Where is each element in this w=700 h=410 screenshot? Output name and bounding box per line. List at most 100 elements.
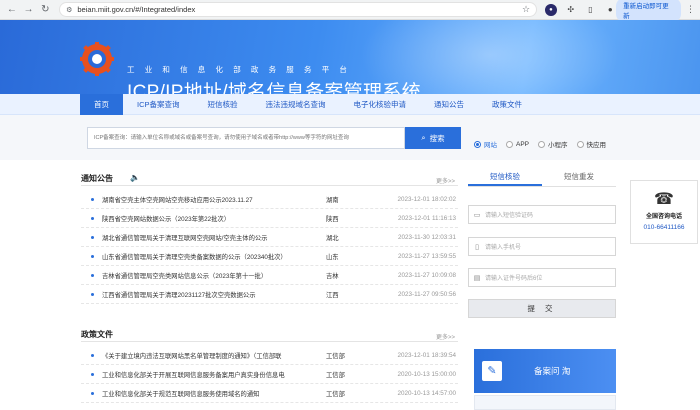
radio-miniprogram[interactable]: 小程序 — [538, 139, 568, 149]
item-date: 2023-11-27 13:59:55 — [397, 252, 456, 260]
bullet-icon — [91, 372, 94, 376]
item-source: 工信部 — [326, 390, 345, 398]
profile-icon[interactable]: ● — [604, 4, 616, 16]
next-card[interactable] — [474, 395, 616, 410]
notices-title: 通知公告 — [81, 174, 113, 183]
search-icon: ⌕ — [421, 133, 426, 142]
nav-home[interactable]: 首页 — [80, 94, 123, 115]
tab-sms-verify[interactable]: 短信核验 — [468, 167, 542, 186]
item-source: 工信部 — [326, 352, 345, 360]
search-button[interactable]: ⌕ 搜索 — [405, 127, 461, 149]
radio-app[interactable]: APP — [506, 139, 529, 149]
sms-code-field[interactable]: ▭ 请输入短信验证码 — [468, 205, 616, 224]
site-info-icon[interactable]: ⚙ — [66, 6, 72, 14]
item-date: 2023-11-30 12:03:31 — [397, 233, 456, 241]
message-icon: ▭ — [473, 211, 481, 219]
policies-more-link[interactable]: 更多>> — [436, 332, 455, 341]
beian-label: 备案问 淘 — [534, 366, 571, 376]
extension-icon[interactable]: ● — [545, 3, 557, 16]
item-title[interactable]: 山东省通信管理局关于清理空壳类备案数据的公示（202340批次） — [102, 252, 326, 261]
search-type-radios: 网站 APP 小程序 快应用 — [474, 139, 615, 149]
item-title[interactable]: 湖北省通信管理局关于清理互联网空壳网站/空壳主体的公示 — [102, 233, 326, 242]
list-item[interactable]: 山东省通信管理局关于清理空壳类备案数据的公示（202340批次） 山东 2023-1… — [81, 247, 458, 266]
nav-icp-query[interactable]: ICP备案查询 — [123, 94, 194, 115]
relaunch-button[interactable]: 重新启动即可更新 — [616, 0, 682, 22]
item-title[interactable]: 陕西省空壳网站数据公示（2023年第22批次） — [102, 214, 326, 223]
back-icon[interactable]: ← — [5, 3, 19, 17]
search-area: ⌕ 搜索 网站 APP 小程序 快应用 — [0, 115, 700, 160]
nav-e-verify[interactable]: 电子化核验申请 — [340, 94, 421, 115]
policies-title: 政策文件 — [81, 330, 113, 339]
item-title[interactable]: 工业和信息化部关于开展互联网信息服务备案用户真实身份信息电 — [102, 370, 326, 379]
hotline-label: 全国咨询电话 — [645, 214, 682, 220]
bullet-icon — [91, 254, 94, 258]
item-title[interactable]: 吉林省通信管理局空壳类网站信息公示（2023年第十一批） — [102, 271, 326, 280]
org-name: 工业和信息化部政务服务平台 — [127, 65, 358, 74]
nav-sms-verify[interactable]: 短信核验 — [194, 94, 252, 115]
forward-icon[interactable]: → — [22, 3, 36, 17]
list-item[interactable]: 吉林省通信管理局空壳类网站信息公示（2023年第十一批） 吉林 2023-11-27… — [81, 266, 458, 285]
menu-icon[interactable]: ⋮ — [686, 4, 695, 15]
tab-sms-resend[interactable]: 短信重发 — [542, 167, 616, 186]
id-card-icon: ▤ — [473, 274, 481, 282]
bullet-icon — [91, 273, 94, 277]
sidepanel-icon[interactable]: ▯ — [585, 4, 597, 16]
bullet-icon — [91, 216, 94, 220]
beian-icon: ✎ — [482, 361, 502, 381]
policies-list: 《关于建立境内违法互联网站黑名单管理制度的通知》（工信部联 工信部 2023-12-… — [81, 346, 458, 403]
item-title[interactable]: 《关于建立境内违法互联网站黑名单管理制度的通知》（工信部联 — [102, 351, 326, 360]
miit-logo-icon — [80, 42, 114, 76]
radio-website[interactable]: 网站 — [474, 139, 497, 149]
submit-button[interactable]: 提 交 — [468, 299, 616, 318]
system-title: ICP/IP地址/域名信息备案管理系统 — [127, 82, 421, 94]
notices-list: 湖南省空壳主体空壳网站空壳移动应用公示2023.11.27 湖南 2023-12-0… — [81, 190, 458, 304]
reload-icon[interactable]: ↻ — [38, 3, 52, 17]
list-item[interactable]: 湖北省通信管理局关于清理互联网空壳网站/空壳主体的公示 湖北 2023-11-30 … — [81, 228, 458, 247]
item-date: 2020-10-13 14:57:00 — [397, 389, 456, 397]
hotline-number: 010-66411166 — [643, 224, 685, 231]
bullet-icon — [91, 391, 94, 395]
bookmark-star-icon[interactable]: ☆ — [522, 4, 530, 15]
item-title[interactable]: 工业和信息化部关于规范互联网信息服务使用域名的通知 — [102, 389, 326, 398]
nav-illegal-domain[interactable]: 违法违规域名查询 — [252, 94, 340, 115]
search-input[interactable] — [88, 128, 404, 148]
item-title[interactable]: 湖南省空壳主体空壳网站空壳移动应用公示2023.11.27 — [102, 195, 326, 204]
item-date: 2023-11-27 09:50:56 — [397, 290, 456, 298]
list-item[interactable]: 工业和信息化部关于规范互联网信息服务使用域名的通知 工信部 2020-10-13 1… — [81, 384, 458, 403]
bullet-icon — [91, 292, 94, 296]
address-bar[interactable]: ⚙ beian.miit.gov.cn/#/Integrated/index ☆ — [59, 2, 538, 17]
main-nav: 首页 ICP备案查询 短信核验 违法违规域名查询 电子化核验申请 通知公告 政策… — [0, 94, 700, 115]
item-source: 湖北 — [326, 234, 339, 242]
bullet-icon — [91, 235, 94, 239]
item-date: 2023-12-01 11:16:13 — [397, 214, 456, 222]
item-date: 2023-12-01 18:02:02 — [397, 195, 456, 203]
nav-notices[interactable]: 通知公告 — [420, 94, 478, 115]
list-item[interactable]: 湖南省空壳主体空壳网站空壳移动应用公示2023.11.27 湖南 2023-12-0… — [81, 190, 458, 209]
browser-toolbar: ← → ↻ ⚙ beian.miit.gov.cn/#/Integrated/i… — [0, 0, 700, 22]
telephone-icon: ☎ — [654, 191, 674, 208]
notices-more-link[interactable]: 更多>> — [436, 176, 455, 185]
puzzle-icon[interactable]: ✣ — [565, 4, 577, 16]
item-source: 工信部 — [326, 371, 345, 379]
phone-field[interactable]: ▯ 请输入手机号 — [468, 237, 616, 256]
bullet-icon — [91, 197, 94, 201]
header-banner: 工业和信息化部政务服务平台 ICP/IP地址/域名信息备案管理系统 — [0, 20, 700, 94]
hotline-card: ☎ 全国咨询电话 010-66411166 — [630, 180, 698, 244]
item-title[interactable]: 江西省通信管理局关于清理20231127批次空壳数据公示 — [102, 290, 326, 299]
item-source: 陕西 — [326, 215, 339, 223]
item-source: 江西 — [326, 291, 339, 299]
id-field[interactable]: ▤ 请输入证件号码后6位 — [468, 268, 616, 287]
item-source: 吉林 — [326, 272, 339, 280]
beian-card[interactable]: ✎ 备案问 淘 — [474, 349, 616, 393]
list-item[interactable]: 《关于建立境内违法互联网站黑名单管理制度的通知》（工信部联 工信部 2023-12-… — [81, 346, 458, 365]
item-source: 山东 — [326, 253, 339, 261]
item-date: 2023-12-01 18:39:54 — [397, 351, 456, 359]
list-item[interactable]: 江西省通信管理局关于清理20231127批次空壳数据公示 江西 2023-11-27… — [81, 285, 458, 304]
nav-policies[interactable]: 政策文件 — [478, 94, 536, 115]
item-source: 湖南 — [326, 196, 339, 204]
list-item[interactable]: 工业和信息化部关于开展互联网信息服务备案用户真实身份信息电 工信部 2020-10-… — [81, 365, 458, 384]
radio-quickapp[interactable]: 快应用 — [576, 139, 606, 149]
bullet-icon — [91, 353, 94, 357]
url-text: beian.miit.gov.cn/#/Integrated/index — [77, 5, 196, 14]
list-item[interactable]: 陕西省空壳网站数据公示（2023年第22批次） 陕西 2023-12-01 11:1… — [81, 209, 458, 228]
